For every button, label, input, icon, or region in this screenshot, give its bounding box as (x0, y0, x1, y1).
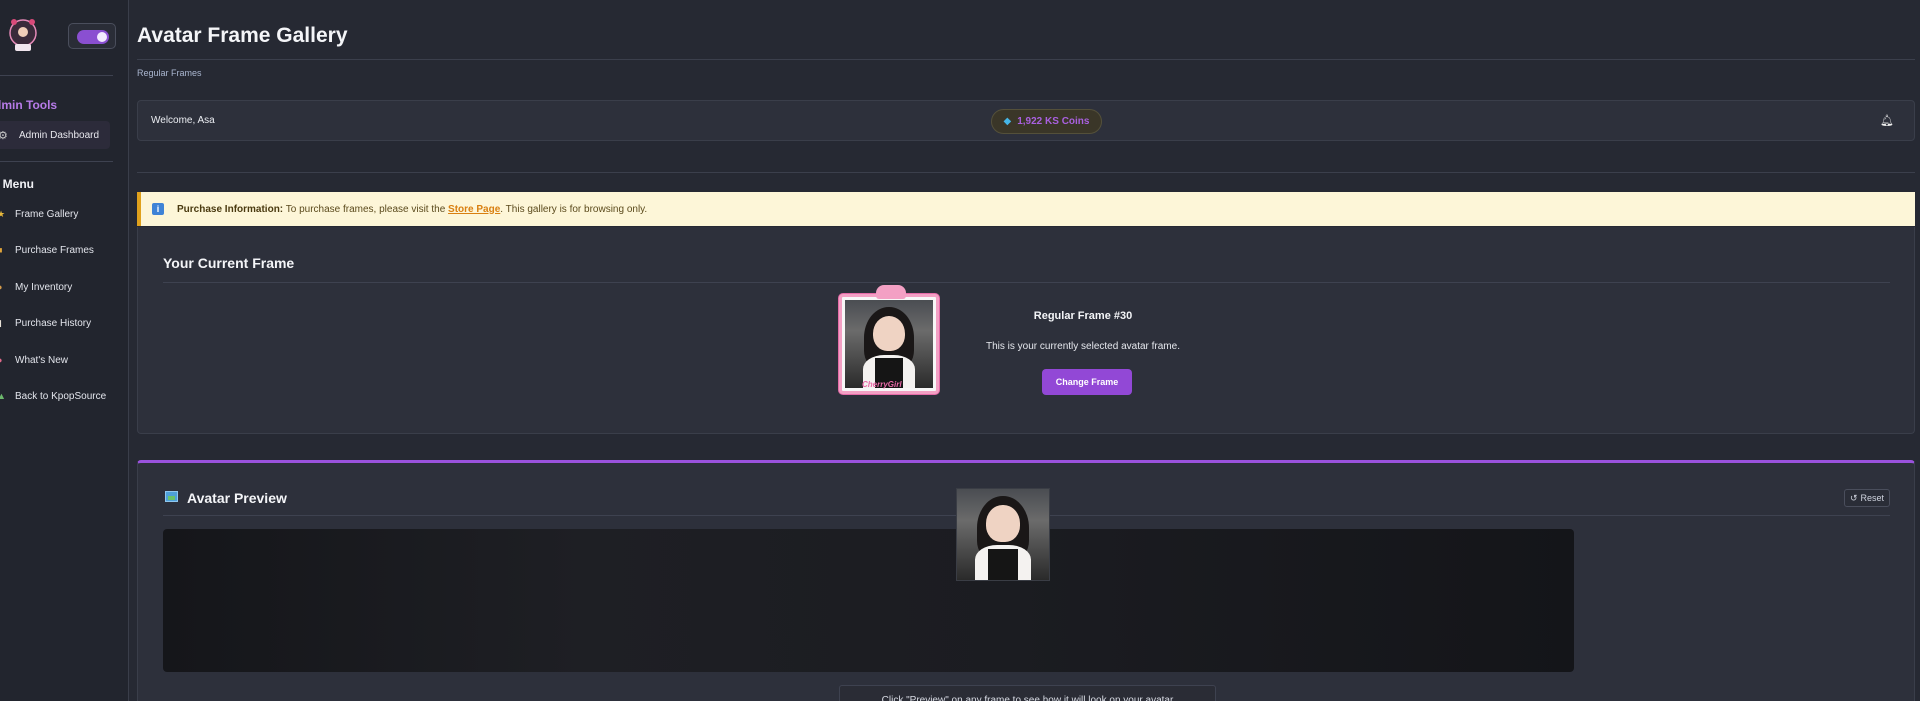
sidebar: dmin Tools ⚙ Admin Dashboard er Menu ★ F… (0, 0, 129, 701)
sidebar-item-purchase-frames[interactable]: ■ Purchase Frames (0, 240, 94, 260)
star-icon: ★ (0, 209, 5, 220)
coins-badge[interactable]: ◆ 1,922 KS Coins (991, 109, 1102, 134)
sidebar-item-label: My Inventory (15, 281, 73, 293)
crown-icon (876, 285, 906, 299)
info-text: Purchase Information: To purchase frames… (177, 204, 647, 215)
info-icon: i (152, 203, 164, 215)
sidebar-item-label: What's New (15, 354, 69, 366)
card-divider (163, 282, 1890, 283)
megaphone-icon: ● (0, 355, 5, 365)
avatar-photo (845, 300, 933, 388)
info-text-after: . This gallery is for browsing only. (500, 203, 648, 215)
avatar-photo (957, 489, 1049, 580)
cart-icon: ■ (0, 245, 5, 255)
admin-section-title: dmin Tools (0, 98, 58, 112)
current-frame-title: Your Current Frame (163, 255, 295, 271)
sidebar-item-label: Purchase History (15, 317, 92, 329)
frame-description: This is your currently selected avatar f… (986, 341, 1180, 352)
preview-hint: Click "Preview" on any frame to see how … (839, 685, 1216, 701)
toggle-switch[interactable] (77, 30, 109, 44)
preview-avatar (956, 488, 1050, 581)
receipt-icon: ▮ (0, 318, 5, 329)
sidebar-divider (0, 75, 113, 76)
reset-button[interactable]: ↺ Reset (1844, 489, 1890, 507)
avatar-preview-title: Avatar Preview (187, 490, 287, 506)
sidebar-item-whats-new[interactable]: ● What's New (0, 350, 68, 370)
user-section-title: er Menu (0, 177, 35, 191)
home-icon: ▲ (0, 391, 5, 401)
gear-icon: ⚙ (0, 129, 10, 142)
box-icon: ● (0, 282, 5, 292)
sidebar-item-back-to-kpopsource[interactable]: ▲ Back to KpopSource (0, 386, 106, 406)
sidebar-item-label: Frame Gallery (15, 208, 79, 220)
current-frame-avatar: CherryGirl (839, 285, 939, 394)
sidebar-item-frame-gallery[interactable]: ★ Frame Gallery (0, 204, 78, 224)
welcome-text: Welcome, Asa (151, 115, 215, 126)
welcome-bar: Welcome, Asa ◆ 1,922 KS Coins 🔔︎ (137, 100, 1915, 141)
coins-value: 1,922 KS Coins (1017, 116, 1090, 127)
bell-icon[interactable]: 🔔︎ (1880, 114, 1894, 127)
change-frame-button[interactable]: Change Frame (1042, 369, 1132, 395)
store-page-link[interactable]: Store Page (448, 204, 500, 215)
title-divider (137, 59, 1915, 60)
info-text-before: To purchase frames, please visit the (283, 203, 449, 215)
page-title: Avatar Frame Gallery (137, 24, 348, 47)
sidebar-divider (0, 161, 113, 162)
sidebar-item-label: Purchase Frames (15, 244, 94, 256)
avatar-preview-card: Avatar Preview ↺ Reset Click "Preview" o… (137, 460, 1915, 701)
sidebar-item-label: Back to KpopSource (15, 390, 107, 402)
reset-label: Reset (1860, 493, 1885, 503)
current-frame-card: Your Current Frame CherryGirl Regular Fr… (137, 227, 1915, 434)
section-divider (137, 172, 1915, 173)
purchase-info-banner: i Purchase Information: To purchase fram… (137, 192, 1915, 226)
toggle-knob (97, 32, 107, 42)
image-icon (165, 491, 178, 502)
main-content: Avatar Frame Gallery Regular Frames Welc… (137, 0, 1915, 701)
sidebar-item-purchase-history[interactable]: ▮ Purchase History (0, 313, 91, 333)
info-bold: Purchase Information: (177, 203, 284, 215)
sidebar-item-label: Admin Dashboard (19, 129, 100, 141)
sidebar-item-admin-dashboard[interactable]: ⚙ Admin Dashboard (0, 121, 110, 149)
preview-stage (163, 529, 1574, 672)
refresh-icon: ↺ (1849, 492, 1858, 503)
gem-icon: ◆ (1003, 116, 1012, 127)
kpopsource-logo-icon[interactable] (6, 16, 40, 54)
frame-caption: CherryGirl (862, 380, 902, 389)
sidebar-item-my-inventory[interactable]: ● My Inventory (0, 277, 72, 297)
theme-toggle[interactable] (68, 23, 116, 49)
breadcrumb[interactable]: Regular Frames (137, 68, 202, 78)
frame-name: Regular Frame #30 (1033, 310, 1133, 322)
